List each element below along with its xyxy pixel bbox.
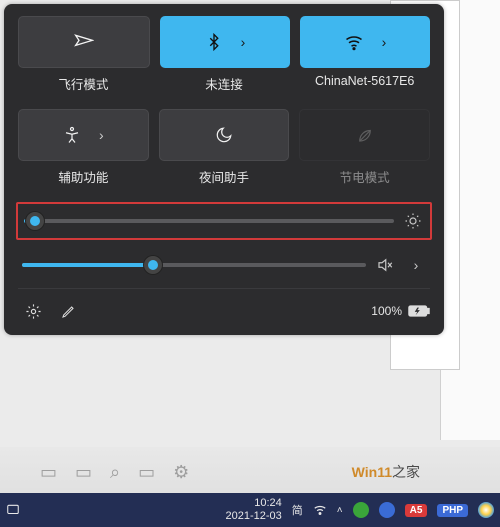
chevron-right-icon[interactable]: › (406, 257, 426, 273)
tray-app-icon[interactable] (379, 502, 395, 518)
clock-time: 10:24 (226, 497, 282, 510)
panel-footer: 100% (18, 288, 430, 325)
tray-wifi-icon[interactable] (313, 503, 327, 517)
tile-labels-row-2: 辅助功能 夜间助手 节电模式 (18, 167, 430, 186)
leaf-icon (356, 126, 374, 144)
taskbar-faded-row: ▭ ▭ ⌕ ▭ ⚙ Win11之家 (0, 447, 500, 497)
generic-icon: ▭ (40, 462, 57, 483)
brightness-slider[interactable] (24, 219, 394, 223)
edit-button[interactable] (54, 297, 84, 325)
ime-indicator[interactable]: 简 (292, 502, 303, 518)
clock-date: 2021-12-03 (226, 510, 282, 523)
tile-row-2: › (18, 109, 430, 161)
volume-slider-row: › (18, 254, 430, 276)
sun-icon (404, 212, 424, 230)
wifi-icon (344, 32, 364, 52)
bluetooth-icon (205, 33, 223, 51)
tile-labels-row-1: 飞行模式 未连接 ChinaNet-5617E6 (18, 74, 430, 93)
tray-badge[interactable]: PHP (437, 504, 468, 517)
chevron-right-icon[interactable]: › (241, 34, 246, 50)
night-light-label: 夜间助手 (159, 167, 290, 186)
accessibility-tile[interactable]: › (18, 109, 149, 161)
bluetooth-label: 未连接 (159, 74, 290, 93)
airplane-icon (74, 32, 94, 52)
watermark: Win11之家 (352, 462, 420, 482)
moon-icon (215, 126, 233, 144)
speaker-muted-icon[interactable] (376, 256, 396, 274)
settings-button[interactable] (18, 297, 48, 325)
tile-row-1: › › (18, 16, 430, 68)
airplane-mode-tile[interactable] (18, 16, 150, 68)
airplane-mode-label: 飞行模式 (18, 74, 149, 93)
chevron-right-icon[interactable]: › (382, 34, 387, 50)
tray-app-icon[interactable] (353, 502, 369, 518)
generic-icon: ▭ (138, 462, 155, 483)
generic-icon: ⌕ (110, 462, 120, 483)
brightness-slider-row (16, 202, 432, 240)
generic-icon: ▭ (75, 462, 92, 483)
wifi-tile[interactable]: › (300, 16, 430, 68)
battery-charging-icon (408, 304, 430, 318)
volume-slider[interactable] (22, 263, 366, 267)
accessibility-icon (63, 126, 81, 144)
wifi-label: ChinaNet-5617E6 (299, 74, 430, 93)
bluetooth-tile[interactable]: › (160, 16, 290, 68)
taskbar-clock[interactable]: 10:24 2021-12-03 (226, 497, 282, 523)
taskbar: 10:24 2021-12-03 简 ˄ A5 PHP (0, 493, 500, 527)
night-light-tile[interactable] (159, 109, 290, 161)
chevron-right-icon[interactable]: › (99, 127, 104, 143)
battery-saver-tile (299, 109, 430, 161)
accessibility-label: 辅助功能 (18, 167, 149, 186)
tray-badge[interactable]: A5 (405, 504, 428, 517)
battery-saver-label: 节电模式 (299, 167, 430, 186)
generic-icon: ⚙ (173, 462, 189, 483)
battery-status[interactable]: 100% (371, 304, 430, 318)
battery-text: 100% (371, 304, 402, 318)
tray-chevron-icon[interactable]: ˄ (337, 505, 343, 516)
quick-settings-panel: › › 飞行模式 未连接 ChinaNet-5617E6 › (4, 4, 444, 335)
tray-app-icon[interactable] (478, 502, 494, 518)
taskbar-corner-icon[interactable] (6, 503, 20, 517)
